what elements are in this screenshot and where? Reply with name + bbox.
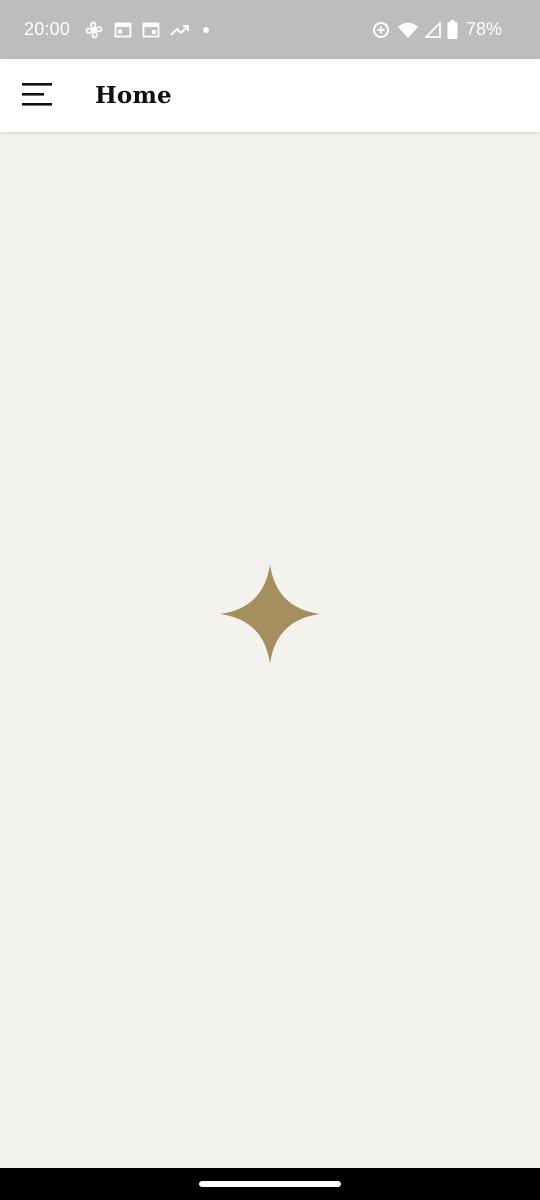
page-title: Home: [95, 82, 172, 109]
home-gesture-handle[interactable]: [199, 1181, 341, 1187]
wifi-icon: [397, 21, 419, 39]
main-content: [0, 132, 540, 1168]
app-bar: Home: [0, 59, 540, 132]
battery-icon: [447, 20, 458, 39]
hamburger-menu-icon: [22, 81, 52, 112]
status-bar-right: 78%: [371, 0, 502, 59]
trending-up-icon: [170, 21, 190, 39]
calendar-icon: [114, 21, 132, 39]
dot-icon: [200, 24, 212, 36]
status-bar-left: 20:00: [24, 0, 212, 59]
four-point-star-icon: [220, 564, 320, 664]
data-saver-icon: [371, 20, 391, 40]
fan-icon: [84, 20, 104, 40]
cell-signal-icon: [424, 21, 441, 38]
navigation-bar: [0, 1168, 540, 1200]
battery-percentage: 78%: [465, 19, 502, 39]
menu-button[interactable]: [10, 69, 64, 123]
status-time: 20:00: [24, 19, 71, 39]
status-bar: 20:00 78%: [0, 0, 540, 59]
calendar-icon: [142, 21, 160, 39]
